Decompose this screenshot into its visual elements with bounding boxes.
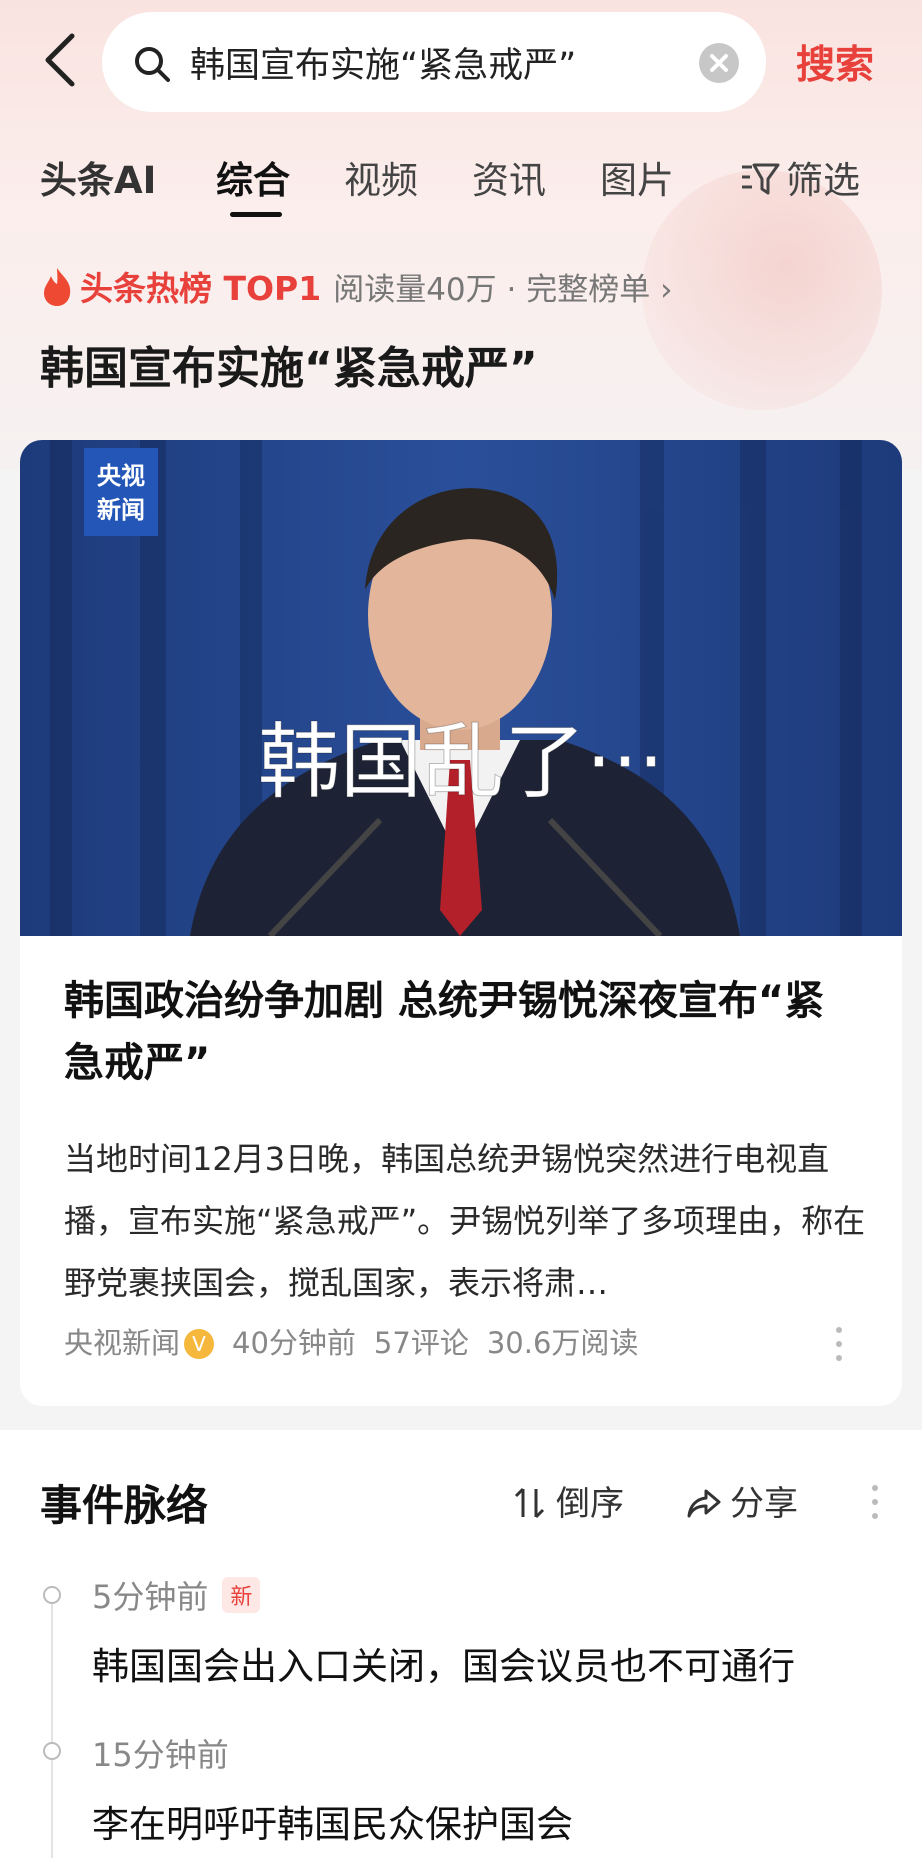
news-reads: 30.6万阅读 [486, 1326, 639, 1360]
new-badge: 新 [222, 1577, 261, 1613]
news-time: 40分钟前 [232, 1326, 356, 1360]
search-icon [135, 47, 170, 82]
tab-images[interactable]: 图片 [600, 150, 674, 204]
event-timeline: 事件脉络 倒序 分享 5分钟前新 韩国国会出入口关闭，国会议员也不可通行 15分… [0, 1430, 922, 1858]
tab-bar: 头条AI 综合 视频 资讯 图片 筛选 [0, 142, 922, 222]
svg-text:新闻: 新闻 [97, 496, 145, 524]
share-icon [687, 1489, 721, 1518]
svg-text:韩国乱了···: 韩国乱了··· [258, 715, 664, 810]
filter-label: 筛选 [786, 159, 860, 202]
search-bar: 搜索 [0, 0, 922, 130]
search-box[interactable] [102, 12, 766, 112]
filter-button[interactable]: 筛选 [740, 150, 860, 204]
svg-text:央视: 央视 [97, 462, 145, 490]
news-title[interactable]: 韩国政治纷争加剧 总统尹锡悦深夜宣布“紧急戒严” [64, 970, 864, 1094]
hot-rank-meta[interactable]: 阅读量40万 · 完整榜单 › [333, 272, 672, 308]
timeline-dot [43, 1586, 61, 1604]
timeline-dot [43, 1742, 61, 1760]
timeline-item-time: 15分钟前 [92, 1736, 229, 1774]
tab-comprehensive[interactable]: 综合 [216, 150, 290, 204]
timeline-item-time: 5分钟前新 [92, 1572, 261, 1618]
hot-rank-label: 头条热榜 TOP1 [80, 269, 322, 308]
sort-label: 倒序 [556, 1484, 624, 1524]
active-tab-indicator [230, 212, 282, 217]
topic-headline: 韩国宣布实施“紧急戒严” [40, 343, 538, 394]
news-image[interactable]: 央视 新闻 韩国乱了··· [20, 440, 902, 936]
search-input[interactable] [190, 34, 670, 90]
news-summary: 当地时间12月3日晚，韩国总统尹锡悦突然进行电视直播，宣布实施“紧急戒严”。尹锡… [64, 1140, 866, 1302]
filter-icon [742, 163, 780, 195]
share-button[interactable]: 分享 [686, 1476, 798, 1525]
tab-toutiao-ai[interactable]: 头条AI [40, 150, 156, 204]
back-icon[interactable] [38, 28, 82, 92]
tab-news[interactable]: 资讯 [472, 150, 546, 204]
news-comments: 57评论 [373, 1326, 469, 1360]
sort-icon [514, 1487, 545, 1519]
news-source[interactable]: 央视新闻 [64, 1326, 180, 1360]
share-label: 分享 [730, 1484, 798, 1524]
tab-video[interactable]: 视频 [344, 150, 418, 204]
verified-icon: V [184, 1329, 215, 1359]
more-options-icon[interactable] [834, 1324, 844, 1364]
news-meta: 央视新闻 V 40分钟前 57评论 30.6万阅读 [64, 1320, 874, 1370]
timeline-item-text[interactable]: 李在明呼吁韩国民众保护国会 [92, 1794, 573, 1848]
timeline-title: 事件脉络 [40, 1481, 209, 1530]
sort-button[interactable]: 倒序 [512, 1476, 624, 1525]
timeline-item-text[interactable]: 韩国国会出入口关闭，国会议员也不可通行 [92, 1636, 795, 1690]
flame-icon [44, 268, 71, 306]
timeline-more-icon[interactable] [870, 1482, 880, 1522]
clear-icon[interactable] [698, 42, 740, 84]
search-button[interactable]: 搜索 [796, 34, 906, 88]
hot-rank-row[interactable]: 头条热榜 TOP1 阅读量40万 · 完整榜单 › [40, 262, 672, 312]
timeline-line [51, 1600, 53, 1858]
news-card[interactable]: 央视 新闻 韩国乱了··· 韩国政治纷争加剧 总统尹锡悦深夜宣布“紧急戒严” 当… [20, 440, 902, 1406]
